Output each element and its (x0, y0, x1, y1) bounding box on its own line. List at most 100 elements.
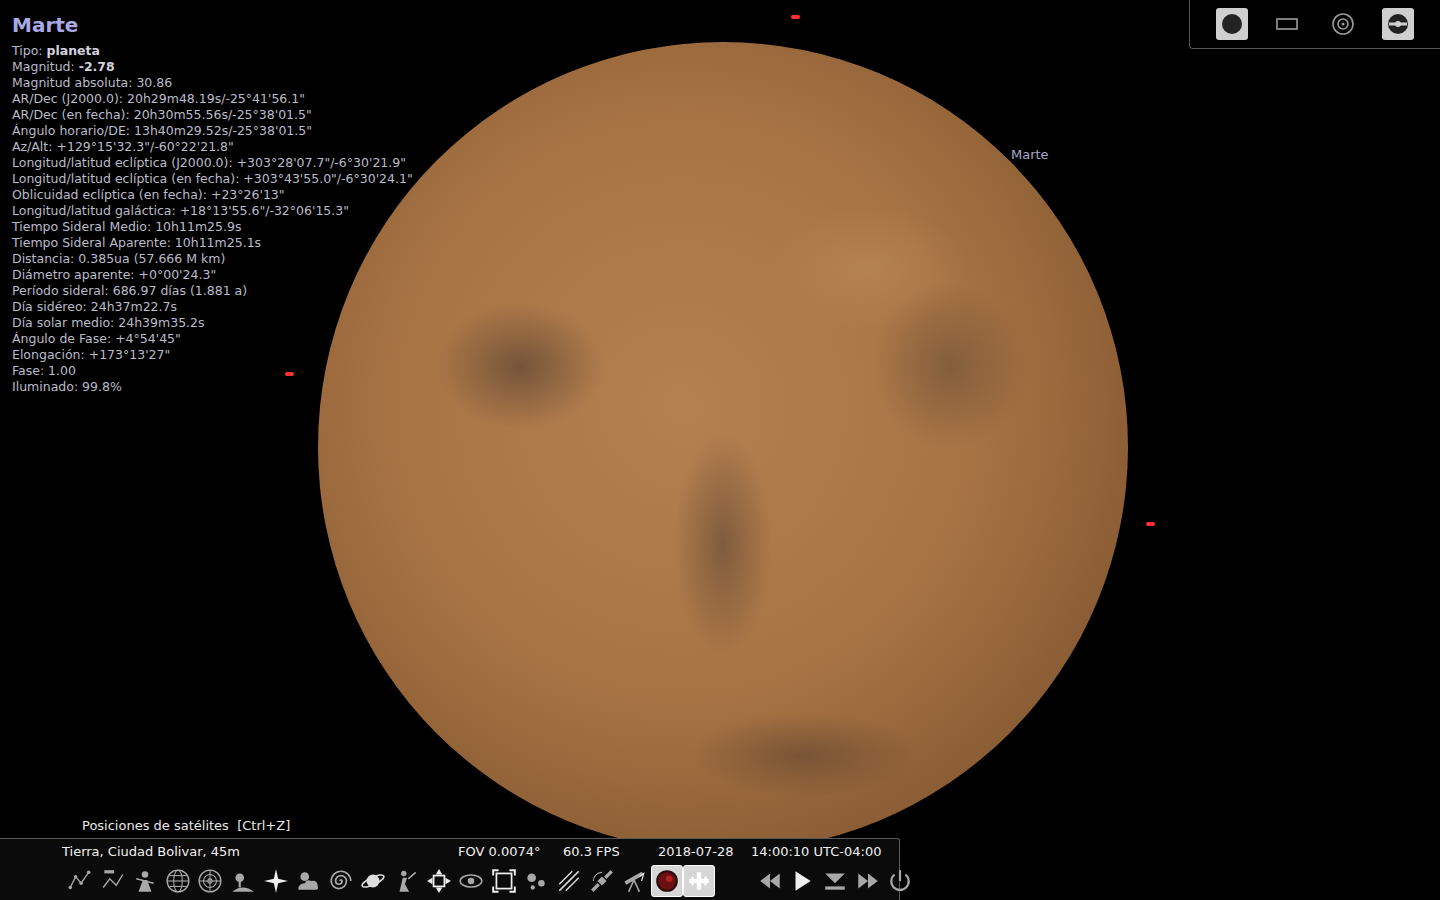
time-button[interactable] (754, 865, 786, 897)
toolbar-button[interactable] (488, 865, 520, 897)
info-label: Longitud/latitud eclíptica (en fecha): (12, 171, 239, 186)
toolbar-button[interactable] (618, 865, 650, 897)
info-value: 686.97 días (1.881 a) (113, 283, 247, 298)
tooltip: Posiciones de satélites [Ctrl+Z] (82, 816, 290, 836)
info-value: +129°15'32.3"/-60°22'21.8" (56, 139, 233, 154)
info-line: Ángulo de Fase: +4°54'45" (12, 331, 413, 347)
sky-view[interactable]: MarteTipo: planetaMagnitud: -2.78Magnitu… (0, 0, 1440, 900)
info-line: Día sidéreo: 24h37m22.7s (12, 299, 413, 315)
view-button[interactable] (1382, 8, 1414, 40)
info-label: Tipo: (12, 43, 43, 58)
toolbar-button[interactable] (97, 865, 129, 897)
toolbar-button[interactable] (260, 865, 292, 897)
toolbar-button[interactable] (292, 865, 324, 897)
cardinal-points-icon (263, 868, 289, 894)
azimuthal-grid-icon (197, 868, 223, 894)
info-value: 24h39m35.2s (118, 315, 204, 330)
satellites-icon (589, 868, 615, 894)
info-label: Período sideral: (12, 283, 109, 298)
info-value: 99.8% (82, 379, 122, 394)
fast-forward-icon (855, 868, 881, 894)
info-value: planeta (47, 43, 100, 58)
info-line: Distancia: 0.385ua (57.666 M km) (12, 251, 413, 267)
location-text: Tierra, Ciudad Bolivar, 45m (62, 843, 458, 861)
full-screen-icon (491, 868, 517, 894)
fps-text: 60.3 FPS (563, 843, 658, 861)
info-label: Día sidéreo: (12, 299, 87, 314)
info-label: Longitud/latitud galáctica: (12, 203, 176, 218)
toolbar-button[interactable] (325, 865, 357, 897)
moon-marker[interactable] (791, 15, 800, 19)
info-value: 10h11m25.1s (175, 235, 261, 250)
moon-marker[interactable] (285, 372, 294, 376)
ocular-icon (1220, 12, 1244, 36)
toolbar-button[interactable] (129, 865, 161, 897)
toolbar-button[interactable] (357, 865, 389, 897)
nebulae-icon (328, 868, 354, 894)
info-line: Ángulo horario/DE: 13h40m29.52s/-25°38'0… (12, 123, 413, 139)
view-toolbar (1189, 0, 1440, 49)
time-button[interactable] (786, 865, 818, 897)
info-label: AR/Dec (en fecha): (12, 107, 130, 122)
date-text: 2018-07-28 (658, 843, 751, 861)
toolbar (64, 865, 899, 897)
play-icon (789, 868, 815, 894)
info-label: Az/Alt: (12, 139, 52, 154)
satellite-positions-icon (686, 868, 712, 894)
toolbar-button[interactable] (194, 865, 226, 897)
info-line: Longitud/latitud galáctica: +18°13'55.6"… (12, 203, 413, 219)
view-button[interactable] (1327, 8, 1359, 40)
exoplanets-icon (523, 868, 549, 894)
info-line: AR/Dec (en fecha): 20h30m55.56s/-25°38'0… (12, 107, 413, 123)
moon-marker[interactable] (1146, 522, 1155, 526)
time-button[interactable] (884, 865, 916, 897)
info-label: Iluminado: (12, 379, 78, 394)
info-label: Distancia: (12, 251, 74, 266)
telescope-icon (621, 868, 647, 894)
info-value: 13h40m29.52s/-25°38'01.5" (134, 123, 312, 138)
info-label: Tiempo Sideral Medio: (12, 219, 151, 234)
time-button[interactable] (852, 865, 884, 897)
night-mode-icon (458, 868, 484, 894)
toolbar-button[interactable] (390, 865, 422, 897)
info-label: Longitud/latitud eclíptica (J2000.0): (12, 155, 233, 170)
toolbar-button[interactable] (586, 865, 618, 897)
toolbar-button[interactable] (423, 865, 455, 897)
info-line: Iluminado: 99.8% (12, 379, 413, 395)
stellarium-window: MarteTipo: planetaMagnitud: -2.78Magnitu… (0, 0, 1440, 900)
info-line: Az/Alt: +129°15'32.3"/-60°22'21.8" (12, 139, 413, 155)
ground-icon (230, 868, 256, 894)
sky-label: Marte (1011, 145, 1049, 165)
constellation-labels-icon (100, 868, 126, 894)
toolbar-button[interactable] (455, 865, 487, 897)
center-object-icon (426, 868, 452, 894)
object-title: Marte (12, 12, 413, 38)
toolbar-button[interactable] (162, 865, 194, 897)
toolbar-button[interactable] (227, 865, 259, 897)
ocular-view-icon (654, 868, 680, 894)
telescope-control-icon (1386, 12, 1410, 36)
view-button[interactable] (1216, 8, 1248, 40)
mars-disc[interactable] (318, 42, 1128, 852)
info-line: AR/Dec (J2000.0): 20h29m48.19s/-25°41'56… (12, 91, 413, 107)
meteor-showers-icon (556, 868, 582, 894)
view-button[interactable] (1271, 8, 1303, 40)
bottom-bar: Tierra, Ciudad Bolivar, 45mFOV 0.0074°60… (0, 838, 900, 900)
info-line: Diámetro aparente: +0°00'24.3" (12, 267, 413, 283)
info-value: +18°13'55.6"/-32°06'15.3" (180, 203, 349, 218)
toolbar-button[interactable] (64, 865, 96, 897)
toolbar-button[interactable] (553, 865, 585, 897)
toolbar-button[interactable] (683, 865, 715, 897)
toolbar-button[interactable] (651, 865, 683, 897)
toolbar-button[interactable] (520, 865, 552, 897)
quit-icon (887, 868, 913, 894)
info-value: +23°26'13" (211, 187, 285, 202)
info-value: +4°54'45" (115, 331, 181, 346)
info-line: Tipo: planeta (12, 43, 413, 59)
info-label: Día solar medio: (12, 315, 114, 330)
info-line: Día solar medio: 24h39m35.2s (12, 315, 413, 331)
info-label: Oblicuidad eclíptica (en fecha): (12, 187, 207, 202)
constellation-lines-icon (67, 868, 93, 894)
time-button[interactable] (819, 865, 851, 897)
info-value: 20h30m55.56s/-25°38'01.5" (134, 107, 312, 122)
